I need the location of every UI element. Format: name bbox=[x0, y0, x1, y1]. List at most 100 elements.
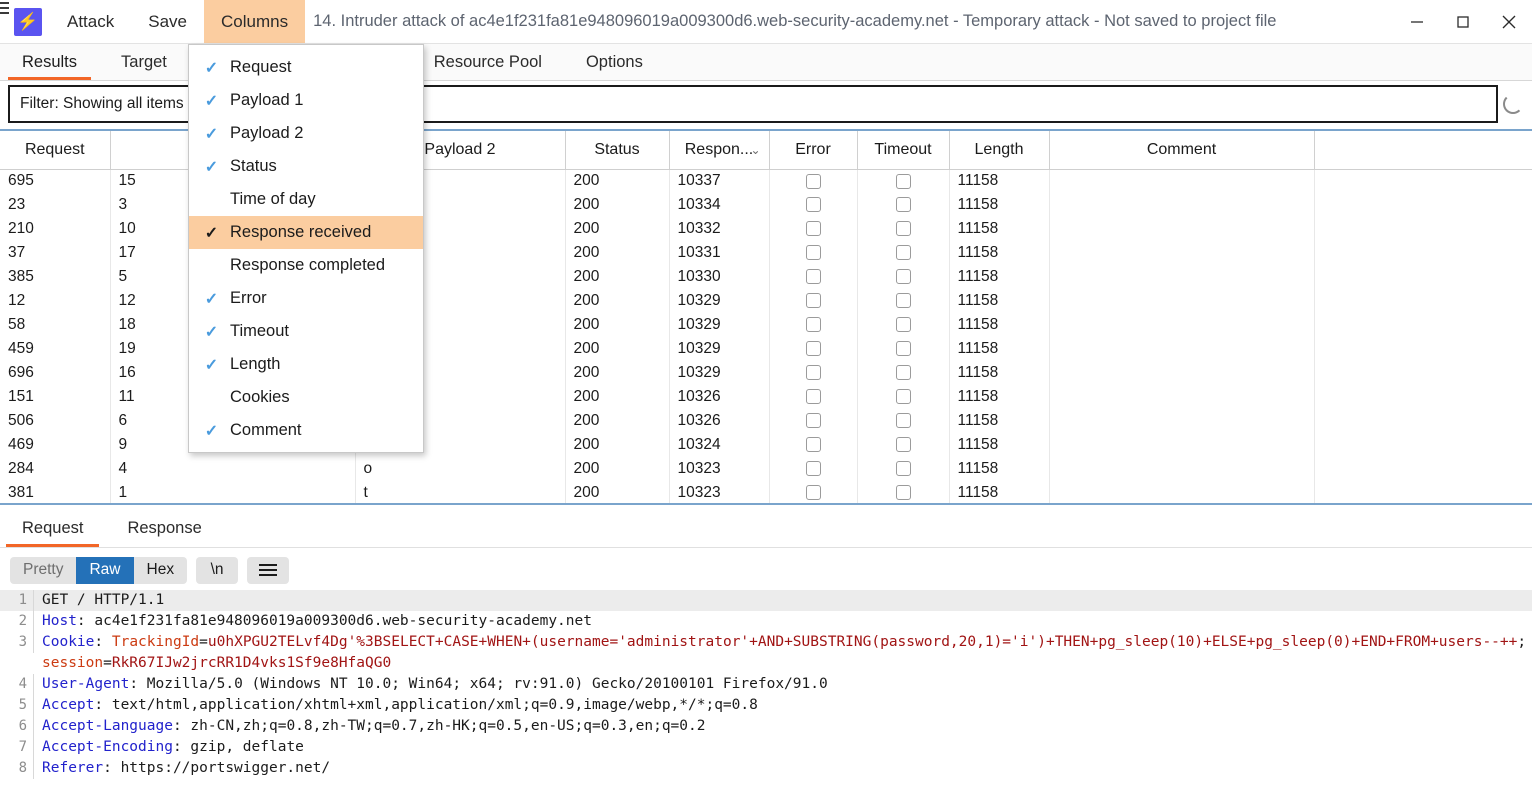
code-token-hdr: Accept-Language bbox=[42, 718, 173, 734]
cell-status: 200 bbox=[565, 313, 670, 337]
cell-value: 11158 bbox=[957, 292, 999, 309]
code-text: Accept: text/html,application/xhtml+xml,… bbox=[34, 695, 758, 716]
cell-value: 200 bbox=[573, 316, 600, 333]
error-checkbox[interactable] bbox=[805, 437, 821, 453]
error-checkbox[interactable] bbox=[805, 413, 821, 429]
cell-value: 10324 bbox=[677, 436, 721, 453]
message-tab-request[interactable]: Request bbox=[0, 510, 105, 547]
cell-value: 469 bbox=[8, 436, 34, 453]
timeout-checkbox[interactable] bbox=[895, 269, 911, 285]
columns-menu-item-payload-1[interactable]: ✓ Payload 1 bbox=[189, 84, 423, 117]
timeout-checkbox[interactable] bbox=[895, 221, 911, 237]
columns-menu-item-error[interactable]: ✓ Error bbox=[189, 282, 423, 315]
error-checkbox[interactable] bbox=[805, 293, 821, 309]
column-header-request[interactable]: Request bbox=[0, 131, 111, 170]
column-header-timeout[interactable]: Timeout bbox=[857, 131, 950, 170]
timeout-checkbox[interactable] bbox=[895, 461, 911, 477]
menu-save[interactable]: Save bbox=[131, 0, 204, 43]
tab-results[interactable]: Results bbox=[0, 44, 99, 80]
error-checkbox[interactable] bbox=[805, 173, 821, 189]
error-checkbox[interactable] bbox=[805, 341, 821, 357]
menu-attack[interactable]: Attack bbox=[50, 0, 131, 43]
timeout-checkbox[interactable] bbox=[895, 245, 911, 261]
cell-response-received: 10329 bbox=[669, 337, 770, 361]
code-line: 3 Cookie: TrackingId=u0hXPGU2TELvf4Dg'%3B… bbox=[0, 632, 1532, 674]
newline-button[interactable]: \n bbox=[196, 556, 239, 584]
cell-comment bbox=[1049, 433, 1315, 457]
columns-menu-item-response-completed[interactable]: Response completed bbox=[189, 249, 423, 282]
burp-lightning-icon: ⚡ bbox=[14, 7, 42, 36]
message-tab-response[interactable]: Response bbox=[105, 510, 223, 547]
code-line: 5 Accept: text/html,application/xhtml+xml… bbox=[0, 695, 1532, 716]
cell-value: 10329 bbox=[677, 292, 721, 309]
columns-menu-item-timeout[interactable]: ✓ Timeout bbox=[189, 315, 423, 348]
cell-value: 200 bbox=[573, 484, 600, 501]
columns-menu-item-cookies[interactable]: Cookies bbox=[189, 381, 423, 414]
cell-value: 11158 bbox=[957, 172, 999, 190]
timeout-checkbox[interactable] bbox=[895, 317, 911, 333]
column-header-error[interactable]: Error bbox=[769, 131, 858, 170]
timeout-checkbox[interactable] bbox=[895, 341, 911, 357]
pretty-button[interactable]: Pretty bbox=[10, 556, 77, 584]
cell-timeout bbox=[857, 457, 950, 481]
error-checkbox[interactable] bbox=[805, 461, 821, 477]
table-row[interactable]: 381 1 t 200 10323 11158 bbox=[0, 481, 1532, 505]
columns-menu-item-payload-2[interactable]: ✓ Payload 2 bbox=[189, 117, 423, 150]
window-grip-icon bbox=[0, 0, 10, 43]
table-row[interactable]: 284 4 o 200 10323 11158 bbox=[0, 457, 1532, 481]
columns-menu-item-length[interactable]: ✓ Length bbox=[189, 348, 423, 381]
code-token-hdr: Accept-Encoding bbox=[42, 739, 173, 755]
column-header-response-received[interactable]: Respon... ⌄ bbox=[669, 131, 770, 170]
request-raw-editor[interactable]: 1 GET / HTTP/1.1 2 Host: ac4e1f231fa81e9480… bbox=[0, 590, 1532, 805]
timeout-checkbox[interactable] bbox=[895, 173, 911, 189]
error-checkbox[interactable] bbox=[805, 245, 821, 261]
timeout-checkbox[interactable] bbox=[895, 485, 911, 501]
cell-status: 200 bbox=[565, 169, 670, 193]
error-checkbox[interactable] bbox=[805, 317, 821, 333]
tab-target[interactable]: Target bbox=[99, 44, 189, 80]
raw-button[interactable]: Raw bbox=[76, 556, 134, 584]
cell-comment bbox=[1049, 481, 1315, 505]
cell-length: 11158 bbox=[949, 337, 1050, 361]
column-header-filler[interactable] bbox=[1314, 131, 1532, 170]
columns-dropdown-menu[interactable]: ✓ Request ✓ Payload 1 ✓ Payload 2 ✓ Status Time … bbox=[188, 44, 424, 453]
timeout-checkbox[interactable] bbox=[895, 197, 911, 213]
columns-menu-item-request[interactable]: ✓ Request bbox=[189, 51, 423, 84]
menu-columns[interactable]: Columns bbox=[204, 0, 306, 43]
tab-options[interactable]: Options bbox=[564, 44, 665, 80]
error-checkbox[interactable] bbox=[805, 221, 821, 237]
column-header-length[interactable]: Length bbox=[949, 131, 1050, 170]
timeout-checkbox[interactable] bbox=[895, 293, 911, 309]
error-checkbox[interactable] bbox=[805, 365, 821, 381]
columns-menu-item-comment[interactable]: ✓ Comment bbox=[189, 414, 423, 447]
columns-menu-item-label: Timeout bbox=[230, 322, 289, 340]
maximize-icon[interactable] bbox=[1440, 0, 1486, 43]
hamburger-icon[interactable] bbox=[247, 556, 290, 584]
error-checkbox[interactable] bbox=[805, 269, 821, 285]
cell-value: 17 bbox=[118, 244, 136, 261]
cell-status: 200 bbox=[565, 217, 670, 241]
tab-resource-pool[interactable]: Resource Pool bbox=[412, 44, 564, 80]
cell-response-received: 10329 bbox=[669, 289, 770, 313]
cell-value: 200 bbox=[573, 340, 600, 357]
cell-timeout bbox=[857, 385, 950, 409]
tab-label: Results bbox=[22, 52, 78, 71]
close-icon[interactable] bbox=[1486, 0, 1532, 43]
error-checkbox[interactable] bbox=[805, 485, 821, 501]
columns-menu-item-time-of-day[interactable]: Time of day bbox=[189, 183, 423, 216]
minimize-icon[interactable] bbox=[1394, 0, 1440, 43]
column-header-label: Timeout bbox=[874, 140, 932, 158]
timeout-checkbox[interactable] bbox=[895, 413, 911, 429]
hex-button[interactable]: Hex bbox=[133, 556, 188, 584]
timeout-checkbox[interactable] bbox=[895, 437, 911, 453]
columns-menu-item-response-received[interactable]: ✓ Response received bbox=[189, 216, 423, 249]
columns-menu-item-status[interactable]: ✓ Status bbox=[189, 150, 423, 183]
timeout-checkbox[interactable] bbox=[895, 389, 911, 405]
error-checkbox[interactable] bbox=[805, 197, 821, 213]
column-header-status[interactable]: Status bbox=[565, 131, 670, 170]
column-header-comment[interactable]: Comment bbox=[1049, 131, 1315, 170]
error-checkbox[interactable] bbox=[805, 389, 821, 405]
cell-filler bbox=[1314, 217, 1532, 241]
timeout-checkbox[interactable] bbox=[895, 365, 911, 381]
code-text: Host: ac4e1f231fa81e948096019a009300d6.w… bbox=[34, 611, 592, 632]
